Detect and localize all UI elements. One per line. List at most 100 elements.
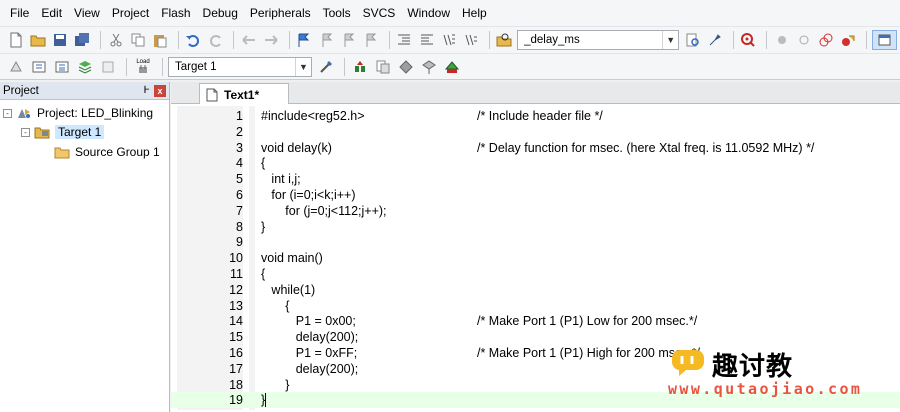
code-line[interactable]: 1 #include<reg52.h> /* Include header file… xyxy=(171,108,900,124)
open-folder-icon[interactable] xyxy=(28,30,47,50)
menu-help[interactable]: Help xyxy=(456,0,493,26)
copy-icon[interactable] xyxy=(128,30,147,50)
breakpoint-enable-icon[interactable] xyxy=(794,30,813,50)
breakpoint-kill-all-icon[interactable] xyxy=(839,30,858,50)
indent-icon[interactable] xyxy=(395,30,414,50)
incremental-find-icon[interactable] xyxy=(706,30,725,50)
nav-back-icon[interactable] xyxy=(239,30,258,50)
menu-view[interactable]: View xyxy=(68,0,106,26)
toolbar-separator xyxy=(100,31,102,49)
bookmark-clear-icon[interactable] xyxy=(362,30,381,50)
breakpoint-insert-icon[interactable] xyxy=(772,30,791,50)
bookmark-icon[interactable] xyxy=(295,30,314,50)
unindent-icon[interactable] xyxy=(417,30,436,50)
find-in-files-icon[interactable] xyxy=(495,30,514,50)
code-line[interactable]: 6 for (i=0;i<k;i++) xyxy=(171,187,900,203)
select-packs-icon[interactable] xyxy=(396,57,416,77)
line-number: 4 xyxy=(236,156,243,171)
manage-rte-icon[interactable] xyxy=(442,57,462,77)
code-line[interactable]: 12 while(1) xyxy=(171,282,900,298)
toolbar-separator xyxy=(233,31,235,49)
nav-forward-icon[interactable] xyxy=(262,30,281,50)
line-number: 2 xyxy=(236,124,243,139)
code-text: } xyxy=(261,377,290,392)
cut-icon[interactable] xyxy=(106,30,125,50)
find-icon[interactable] xyxy=(683,30,702,50)
menu-flash[interactable]: Flash xyxy=(155,0,196,26)
toolbar-separator xyxy=(866,31,867,49)
menu-svcs[interactable]: SVCS xyxy=(357,0,402,26)
options-for-target-icon[interactable] xyxy=(316,57,336,77)
tree-item-target[interactable]: - Target 1 xyxy=(21,123,105,141)
find-combo[interactable]: _delay_ms ▼ xyxy=(517,30,680,50)
file-extensions-icon[interactable] xyxy=(373,57,393,77)
new-file-icon[interactable] xyxy=(6,30,25,50)
code-text: void delay(k) xyxy=(261,140,332,155)
paste-icon[interactable] xyxy=(151,30,170,50)
code-line[interactable]: 13 { xyxy=(171,298,900,314)
window-layout-icon[interactable] xyxy=(872,30,898,50)
collapse-expander[interactable]: - xyxy=(3,108,12,118)
menu-tools[interactable]: Tools xyxy=(317,0,357,26)
stop-build-icon[interactable] xyxy=(98,57,118,77)
bookmark-next-icon[interactable] xyxy=(339,30,358,50)
menu-peripherals[interactable]: Peripherals xyxy=(244,0,317,26)
menu-project[interactable]: Project xyxy=(106,0,155,26)
file-toolbar: _delay_ms ▼ xyxy=(0,26,900,53)
translate-icon[interactable] xyxy=(6,57,26,77)
debug-start-icon[interactable] xyxy=(739,30,758,50)
rebuild-icon[interactable] xyxy=(52,57,72,77)
code-text: delay(200); xyxy=(261,330,359,345)
code-line[interactable]: 10 void main() xyxy=(171,250,900,266)
batch-build-icon[interactable] xyxy=(75,57,95,77)
chevron-down-icon[interactable]: ▼ xyxy=(295,57,311,76)
comment-icon[interactable] xyxy=(439,30,458,50)
code-line[interactable]: 4{ xyxy=(171,155,900,171)
build-icon[interactable] xyxy=(29,57,49,77)
line-number: 18 xyxy=(229,377,243,392)
target-combo[interactable]: Target 1 ▼ xyxy=(168,56,312,77)
watermark-title: 趣讨教 xyxy=(712,352,794,382)
toolbar-separator xyxy=(288,31,290,49)
editor-tab[interactable]: Text1* xyxy=(199,83,289,105)
code-line[interactable]: 5 int i,j; xyxy=(171,171,900,187)
code-text: int i,j; xyxy=(261,172,301,187)
code-text: { xyxy=(261,267,266,281)
editor-tabstrip: Text1* xyxy=(171,82,900,105)
breakpoint-disable-all-icon[interactable] xyxy=(817,30,836,50)
code-line[interactable]: 15 delay(200); xyxy=(171,329,900,345)
menu-window[interactable]: Window xyxy=(401,0,456,26)
tree-item-label: Target 1 xyxy=(55,125,105,139)
menu-edit[interactable]: Edit xyxy=(35,0,68,26)
tree-item-project[interactable]: - Project: LED_Blinking xyxy=(3,104,153,122)
menu-debug[interactable]: Debug xyxy=(197,0,244,26)
menu-file[interactable]: File xyxy=(4,0,35,26)
code-line[interactable]: 11 { xyxy=(171,266,900,282)
manage-project-items-icon[interactable] xyxy=(350,57,370,77)
project-panel-title: Project xyxy=(3,84,39,97)
line-number: 16 xyxy=(229,346,243,360)
project-panel: Project Ͱ x - Project: LED_Blinking - Ta… xyxy=(0,82,170,412)
collapse-expander[interactable]: - xyxy=(21,127,30,137)
toolbar-separator xyxy=(162,57,163,76)
save-all-icon[interactable] xyxy=(73,30,92,50)
bookmark-prev-icon[interactable] xyxy=(317,30,336,50)
uncomment-icon[interactable] xyxy=(462,30,481,50)
pin-icon[interactable]: Ͱ xyxy=(143,85,150,96)
toolbar-separator xyxy=(388,31,390,49)
redo-icon[interactable] xyxy=(206,30,225,50)
code-line[interactable]: 3 void delay(k) /* Delay function for msec… xyxy=(171,140,900,156)
chevron-down-icon[interactable]: ▼ xyxy=(662,31,678,49)
code-line[interactable]: 8} xyxy=(171,219,900,235)
code-line[interactable]: 2 xyxy=(171,124,900,140)
close-icon[interactable]: x xyxy=(154,84,166,97)
code-text: { xyxy=(261,156,266,171)
code-line[interactable]: 9 xyxy=(171,234,900,250)
pack-installer-icon[interactable] xyxy=(419,57,439,77)
tree-item-source-group[interactable]: Source Group 1 xyxy=(54,143,160,161)
undo-icon[interactable] xyxy=(184,30,203,50)
save-icon[interactable] xyxy=(51,30,70,50)
code-line[interactable]: 14 P1 = 0x00; /* Make Port 1 (P1) Low for… xyxy=(171,313,900,329)
code-line[interactable]: 7 for (j=0;j<112;j++); xyxy=(171,203,900,219)
load-button[interactable]: Load xyxy=(132,57,154,77)
